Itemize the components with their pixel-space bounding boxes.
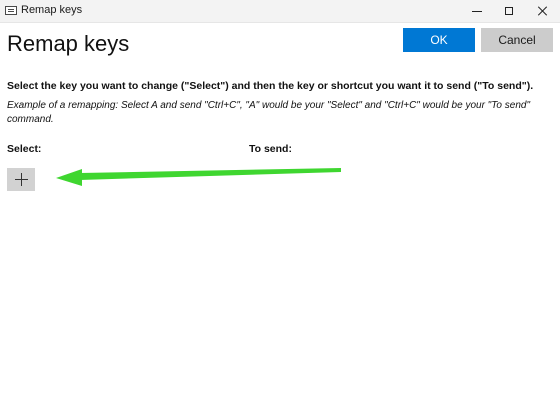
annotation-arrow-icon (56, 168, 341, 186)
